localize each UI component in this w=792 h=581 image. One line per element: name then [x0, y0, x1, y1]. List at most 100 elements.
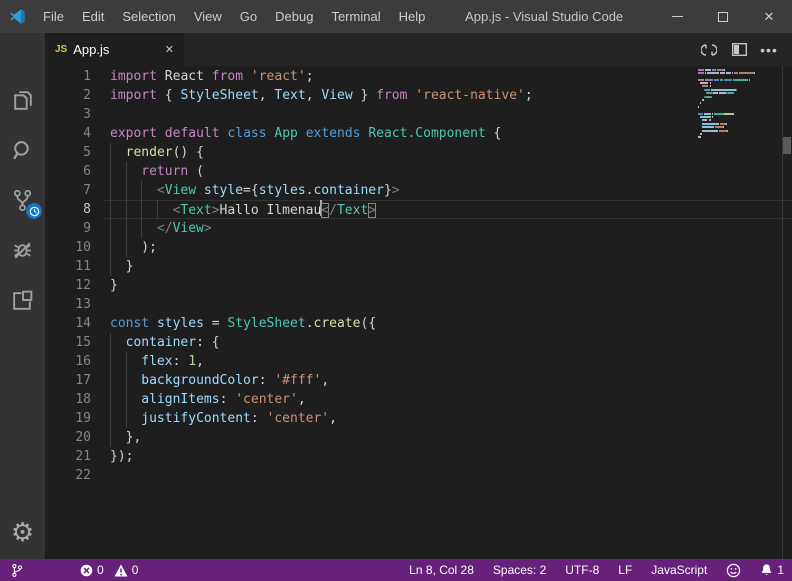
more-actions-button[interactable]: ••• — [754, 42, 784, 58]
line-number[interactable]: 18 — [45, 390, 103, 409]
code-line[interactable]: 20}, — [45, 428, 792, 447]
activity-debug-button[interactable] — [0, 225, 45, 275]
code-line[interactable]: 10); — [45, 238, 792, 257]
code-line[interactable]: 14const styles = StyleSheet.create({ — [45, 314, 792, 333]
line-number[interactable]: 2 — [45, 86, 103, 105]
line-number[interactable]: 7 — [45, 181, 103, 200]
code-line[interactable]: 1import React from 'react'; — [45, 67, 792, 86]
activity-search-button[interactable] — [0, 125, 45, 175]
line-number[interactable]: 1 — [45, 67, 103, 86]
code-lines: 1import React from 'react';2import { Sty… — [45, 66, 792, 485]
menu-debug[interactable]: Debug — [266, 0, 322, 33]
sync-changes-button[interactable] — [694, 42, 724, 58]
line-number[interactable]: 5 — [45, 143, 103, 162]
code-line[interactable]: 3 — [45, 105, 792, 124]
activity-bar: ⚙ — [0, 66, 45, 559]
line-number[interactable]: 3 — [45, 105, 103, 124]
feedback-button[interactable] — [726, 563, 741, 578]
overview-ruler[interactable] — [782, 66, 792, 559]
line-number[interactable]: 22 — [45, 466, 103, 485]
notifications-button[interactable]: 1 — [760, 563, 784, 577]
code-token: Text — [337, 203, 368, 218]
manage-settings-button[interactable]: ⚙ — [0, 513, 45, 553]
code-token — [243, 69, 251, 84]
activity-explorer-button[interactable] — [0, 75, 45, 125]
indentation-button[interactable]: Spaces: 2 — [493, 563, 546, 577]
close-button[interactable]: ✕ — [746, 0, 792, 33]
activity-source-control-button[interactable] — [0, 175, 45, 225]
maximize-button[interactable] — [700, 0, 746, 33]
code-token: Hallo Ilmenau — [220, 203, 322, 218]
code-token: { — [486, 126, 502, 141]
code-token: render — [126, 145, 173, 160]
split-editor-button[interactable] — [724, 43, 754, 56]
code-line[interactable]: 17backgroundColor: '#fff', — [45, 371, 792, 390]
minimap[interactable] — [698, 66, 766, 143]
code-line[interactable]: 19justifyContent: 'center', — [45, 409, 792, 428]
code-line[interactable]: 2import { StyleSheet, Text, View } from … — [45, 86, 792, 105]
code-line[interactable]: 9</View> — [45, 219, 792, 238]
maximize-icon — [718, 12, 728, 22]
eol-button[interactable]: LF — [618, 563, 632, 577]
code-token: > — [212, 203, 220, 218]
code-token: ; — [525, 88, 533, 103]
code-line[interactable]: 4export default class App extends React.… — [45, 124, 792, 143]
menu-edit[interactable]: Edit — [73, 0, 113, 33]
code-token: style — [204, 183, 243, 198]
cursor-position-button[interactable]: Ln 8, Col 28 — [409, 563, 474, 577]
activity-extensions-button[interactable] — [0, 275, 45, 325]
code-line[interactable]: 13 — [45, 295, 792, 314]
line-number[interactable]: 21 — [45, 447, 103, 466]
tab-close-icon[interactable]: ✕ — [165, 43, 174, 56]
line-number[interactable]: 13 — [45, 295, 103, 314]
code-line[interactable]: 22 — [45, 466, 792, 485]
code-line[interactable]: 11} — [45, 257, 792, 276]
code-line[interactable]: 21}); — [45, 447, 792, 466]
indent-guide — [126, 371, 142, 390]
menu-help[interactable]: Help — [390, 0, 435, 33]
minimize-button[interactable] — [654, 0, 700, 33]
line-number[interactable]: 9 — [45, 219, 103, 238]
code-line[interactable]: 15container: { — [45, 333, 792, 352]
line-number[interactable]: 8 — [45, 200, 103, 219]
code-line[interactable]: 16flex: 1, — [45, 352, 792, 371]
code-line[interactable]: 18alignItems: 'center', — [45, 390, 792, 409]
tab-appjs[interactable]: JS App.js ✕ — [45, 33, 184, 66]
indent-guide — [110, 371, 126, 390]
indent-guide — [110, 390, 126, 409]
line-number[interactable]: 11 — [45, 257, 103, 276]
line-number[interactable]: 19 — [45, 409, 103, 428]
code-token: View — [321, 88, 352, 103]
line-number[interactable]: 15 — [45, 333, 103, 352]
line-number[interactable]: 16 — [45, 352, 103, 371]
line-number[interactable]: 6 — [45, 162, 103, 181]
git-branch-button[interactable] — [10, 563, 24, 578]
language-mode-button[interactable]: JavaScript — [651, 563, 707, 577]
code-line[interactable]: 5render() { — [45, 143, 792, 162]
code-line[interactable]: 8<Text>Hallo Ilmenau</Text> — [45, 200, 792, 219]
indent-guide — [141, 219, 157, 238]
indent-guide — [110, 352, 126, 371]
problems-button[interactable]: 0 0 — [80, 563, 148, 577]
menu-view[interactable]: View — [185, 0, 231, 33]
line-number[interactable]: 14 — [45, 314, 103, 333]
indent-guide — [110, 428, 126, 447]
line-number[interactable]: 10 — [45, 238, 103, 257]
menu-terminal[interactable]: Terminal — [322, 0, 389, 33]
code-token: : — [259, 373, 275, 388]
encoding-button[interactable]: UTF-8 — [565, 563, 599, 577]
line-number[interactable]: 17 — [45, 371, 103, 390]
menu-file[interactable]: File — [34, 0, 73, 33]
code-line[interactable]: 6return ( — [45, 162, 792, 181]
line-number[interactable]: 4 — [45, 124, 103, 143]
indent-guide — [110, 143, 126, 162]
menu-selection[interactable]: Selection — [113, 0, 184, 33]
code-token: ; — [306, 69, 314, 84]
line-number[interactable]: 12 — [45, 276, 103, 295]
code-line[interactable]: 12} — [45, 276, 792, 295]
code-token: ); — [141, 240, 157, 255]
code-editor[interactable]: 1import React from 'react';2import { Sty… — [45, 66, 792, 559]
code-line[interactable]: 7<View style={styles.container}> — [45, 181, 792, 200]
menu-go[interactable]: Go — [231, 0, 266, 33]
line-number[interactable]: 20 — [45, 428, 103, 447]
